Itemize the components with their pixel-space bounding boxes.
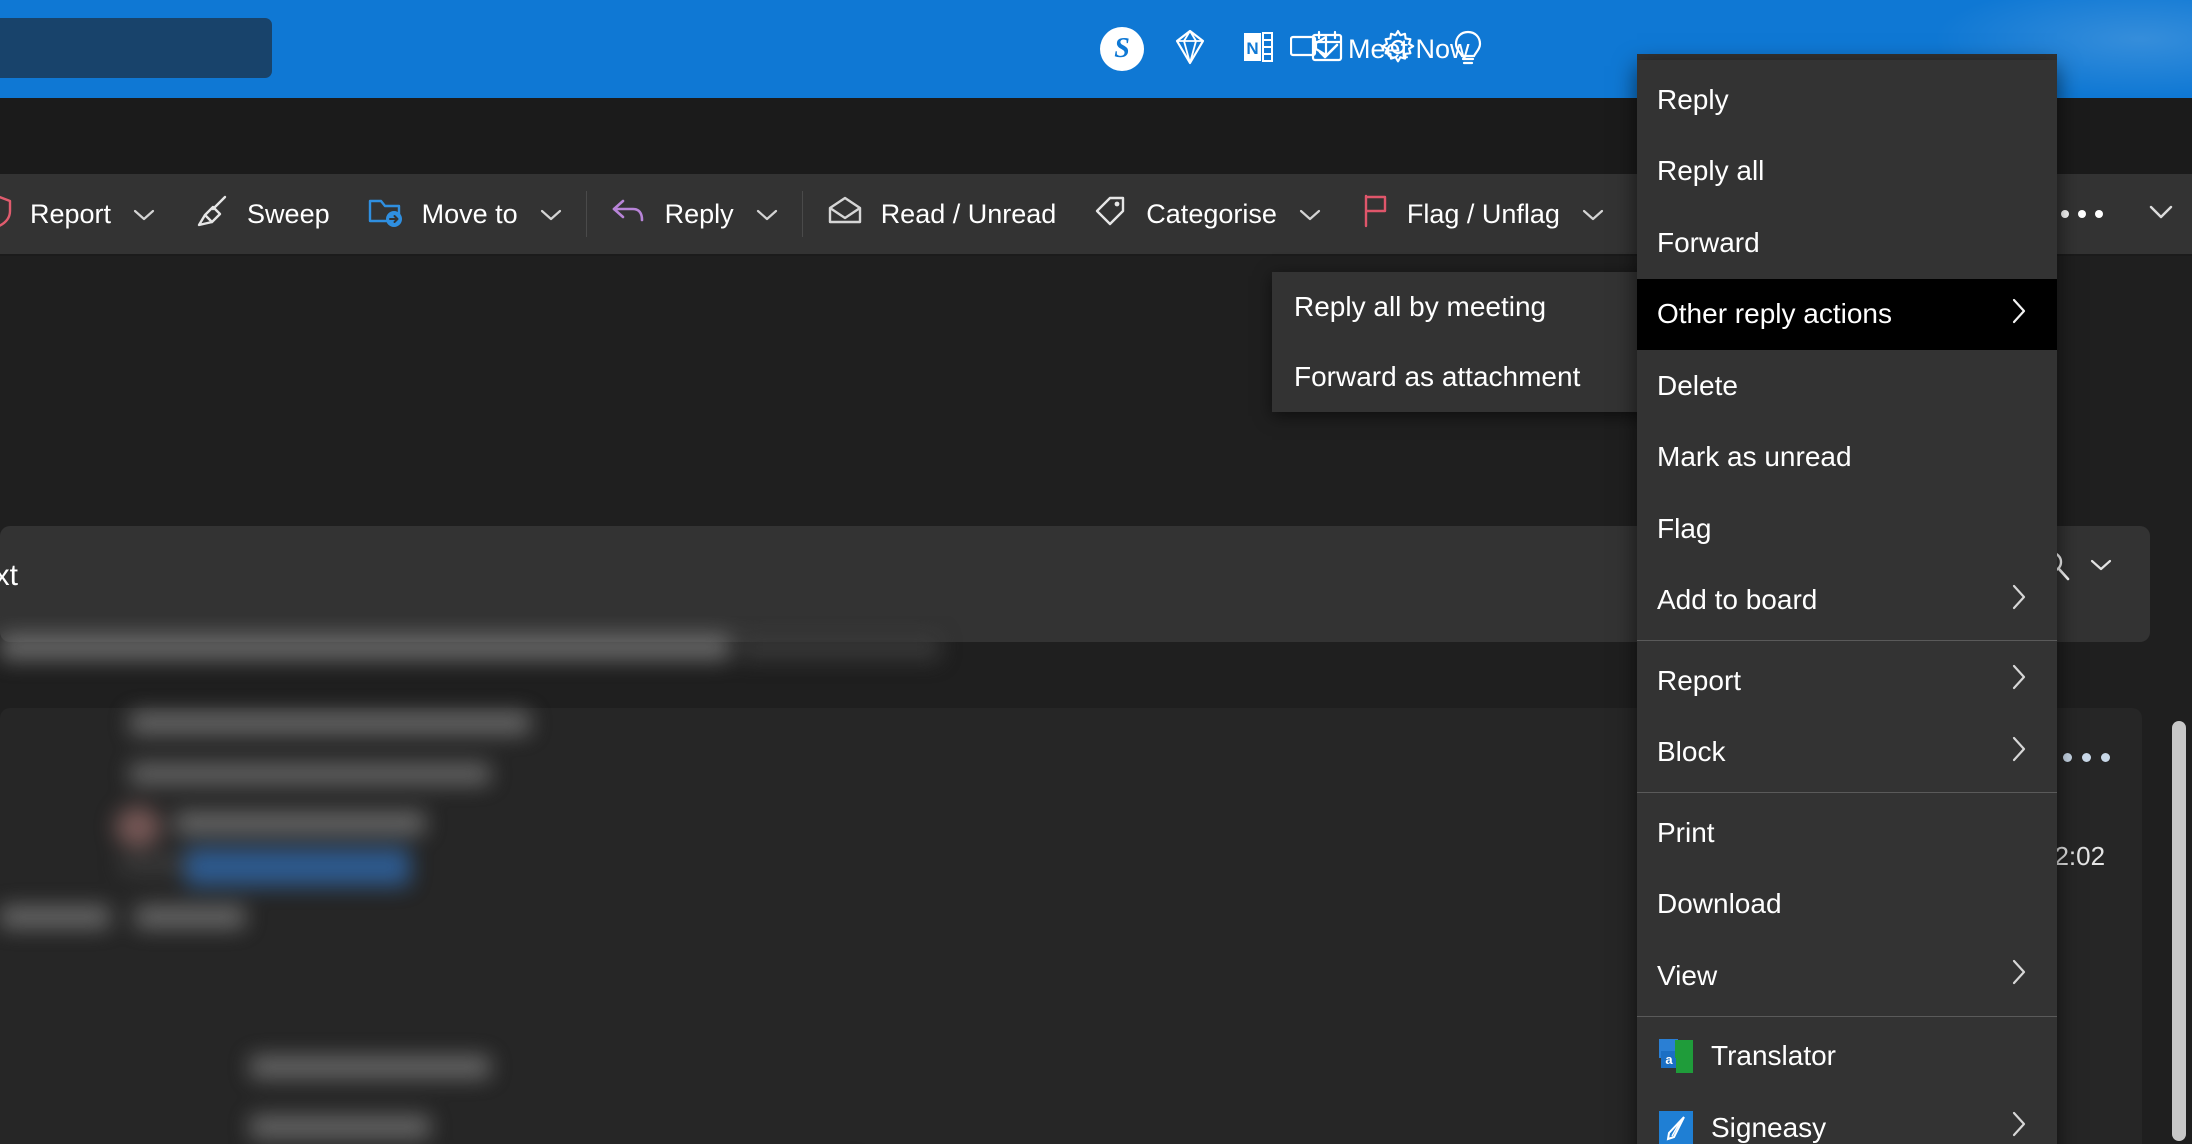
ribbon-button-sweep[interactable]: Sweep [175, 174, 348, 254]
context-menu-label: Print [1657, 817, 2029, 849]
context-menu-label: Other reply actions [1657, 298, 2009, 330]
message-context-menu: Reply Reply all Forward Other reply acti… [1637, 60, 2057, 1144]
help-lightbulb-icon [1448, 26, 1488, 73]
context-menu-item-other-reply-actions[interactable]: Other reply actions [1637, 279, 2057, 351]
chevron-down-icon[interactable] [1580, 199, 1606, 230]
chevron-down-icon[interactable] [754, 199, 780, 230]
ribbon-button-reply[interactable]: Reply [591, 174, 798, 254]
calendar-button[interactable] [1296, 0, 1360, 98]
context-menu-item-delete[interactable]: Delete [1637, 350, 2057, 422]
context-menu-label: Flag [1657, 513, 2029, 545]
context-menu-item-flag[interactable]: Flag [1637, 493, 2057, 565]
context-menu-item-reply-all[interactable]: Reply all [1637, 136, 2057, 208]
diamond-icon [1169, 26, 1211, 73]
context-menu-item-add-to-board[interactable]: Add to board [1637, 565, 2057, 637]
flag-icon [1359, 192, 1391, 237]
ribbon-separator [586, 191, 587, 237]
envelope-open-icon [825, 194, 865, 235]
submenu-item-forward-as-attachment[interactable]: Forward as attachment [1272, 342, 1652, 412]
submenu-item-reply-all-by-meeting[interactable]: Reply all by meeting [1272, 272, 1652, 342]
ribbon-separator [802, 191, 803, 237]
help-button[interactable] [1436, 0, 1500, 98]
ribbon-label-categorise: Categorise [1146, 201, 1277, 228]
ribbon-button-move-to[interactable]: Move to [348, 174, 582, 254]
context-menu-label: Reply [1657, 84, 2029, 116]
onenote-icon: N [1238, 27, 1278, 72]
settings-gear-icon [1377, 26, 1419, 73]
chevron-down-icon[interactable] [1297, 199, 1323, 230]
settings-button[interactable] [1366, 0, 1430, 98]
context-menu-item-forward[interactable]: Forward [1637, 207, 2057, 279]
context-menu-item-reply[interactable]: Reply [1637, 64, 2057, 136]
ribbon-label-read-unread: Read / Unread [881, 201, 1057, 228]
context-menu-item-view[interactable]: View [1637, 940, 2057, 1012]
ribbon-label-sweep: Sweep [247, 201, 330, 228]
context-menu-separator [1637, 1016, 2057, 1017]
context-menu-item-signeasy[interactable]: Signeasy [1637, 1092, 2057, 1144]
calendar-check-icon [1307, 26, 1349, 73]
context-menu-item-block[interactable]: Block [1637, 717, 2057, 789]
broom-icon [193, 192, 231, 237]
outlook-web-app: Meet Now S N [0, 0, 2192, 1144]
ribbon-button-report[interactable]: Report [0, 174, 175, 254]
context-menu-label: Report [1657, 665, 2009, 697]
other-reply-actions-submenu: Reply all by meeting Forward as attachme… [1272, 272, 1652, 412]
skype-icon: S [1100, 27, 1144, 71]
context-menu-label: Add to board [1657, 584, 2009, 616]
diamond-button[interactable] [1158, 0, 1222, 98]
chevron-right-icon [2009, 957, 2029, 994]
subject-text: ext [0, 559, 18, 593]
ribbon-button-categorise[interactable]: Categorise [1074, 174, 1341, 254]
ribbon-label-report: Report [30, 201, 111, 228]
ribbon-label-move-to: Move to [422, 201, 518, 228]
context-menu-label: Download [1657, 888, 2029, 920]
chevron-right-icon [2009, 296, 2029, 333]
context-menu-label: Delete [1657, 370, 2029, 402]
chevron-right-icon [2009, 662, 2029, 699]
folder-arrow-icon [366, 192, 406, 237]
context-menu-item-report[interactable]: Report [1637, 645, 2057, 717]
svg-text:N: N [1246, 39, 1258, 58]
context-menu-item-download[interactable]: Download [1637, 869, 2057, 941]
ribbon-button-flag-unflag[interactable]: Flag / Unflag [1341, 174, 1624, 254]
signeasy-icon [1657, 1109, 1695, 1144]
context-menu-label: Block [1657, 736, 2009, 768]
ribbon-expand-button[interactable] [2130, 174, 2192, 254]
context-menu-label: Translator [1711, 1040, 2029, 1072]
chevron-down-icon[interactable] [538, 199, 564, 230]
context-menu-item-print[interactable]: Print [1637, 797, 2057, 869]
context-menu-separator [1637, 640, 2057, 641]
skype-button[interactable]: S [1090, 0, 1154, 98]
ribbon-button-read-unread[interactable]: Read / Unread [807, 174, 1075, 254]
ellipsis-icon [2061, 210, 2103, 218]
ribbon-label-flag-unflag: Flag / Unflag [1407, 201, 1560, 228]
ribbon-label-reply: Reply [665, 201, 734, 228]
context-menu-label: Mark as unread [1657, 441, 2029, 473]
chevron-down-icon [2146, 203, 2176, 226]
context-menu-label: Forward [1657, 227, 2029, 259]
chevron-down-icon[interactable] [2088, 557, 2114, 578]
search-input[interactable] [0, 18, 272, 78]
message-overflow-button[interactable] [2063, 753, 2110, 762]
shield-icon [0, 193, 14, 236]
context-menu-label: View [1657, 960, 2009, 992]
chevron-right-icon [2009, 734, 2029, 771]
context-menu-item-mark-as-unread[interactable]: Mark as unread [1637, 422, 2057, 494]
chevron-down-icon[interactable] [131, 199, 157, 230]
message-body-blurred [0, 616, 1160, 1144]
ribbon-right-cluster [2034, 174, 2192, 254]
reply-arrow-icon [609, 194, 649, 235]
context-menu-label: Signeasy [1711, 1112, 2009, 1144]
context-menu-label: Reply all [1657, 155, 2029, 187]
translator-icon: a [1657, 1037, 1695, 1075]
chevron-right-icon [2009, 582, 2029, 619]
onenote-button[interactable]: N [1226, 0, 1290, 98]
tag-icon [1092, 193, 1130, 236]
chevron-right-icon [2009, 1109, 2029, 1144]
context-menu-separator [1637, 792, 2057, 793]
vertical-scrollbar[interactable] [2172, 721, 2186, 1141]
context-menu-item-translator[interactable]: a Translator [1637, 1021, 2057, 1093]
